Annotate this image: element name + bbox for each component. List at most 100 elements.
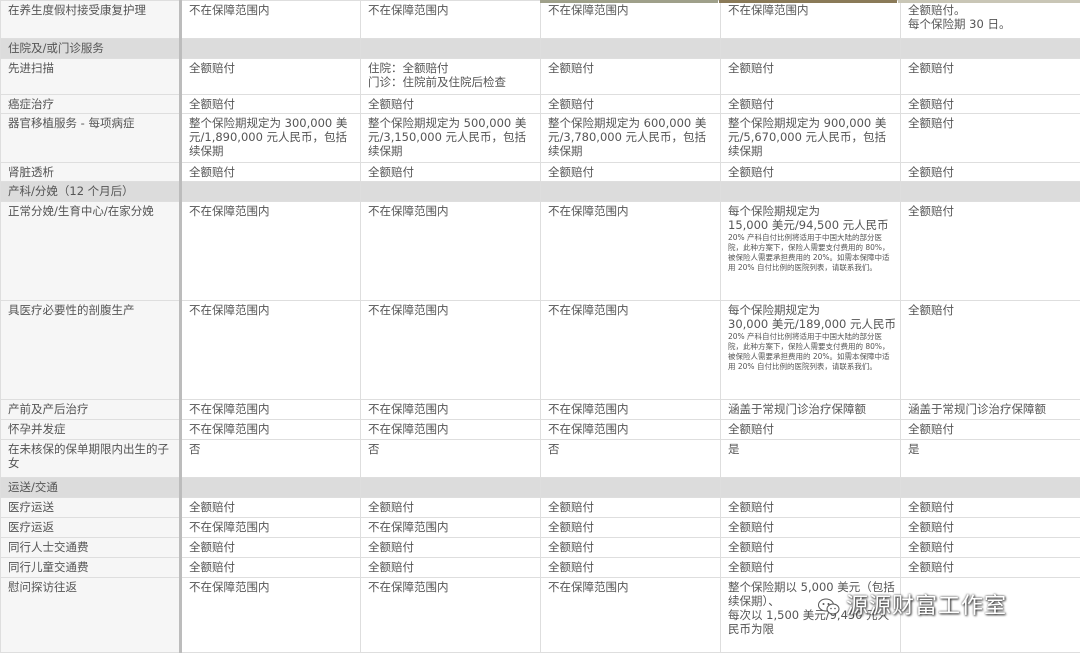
cell-footnote: 20% 产科自付比例将适用于中国大陆的部分医院，此种方案下，保险人需要支付费用的… [728,233,896,273]
table-cell: 全额赔付 [541,163,721,182]
row-label: 在未核保的保单期限内出生的子女 [1,440,181,478]
cell-text: 全额赔付 [548,500,716,514]
table-cell: 不在保障范围内 [181,578,361,653]
cell-text: 全额赔付 [908,97,1076,111]
table-cell: 全额赔付 [721,558,901,578]
table-cell: 全额赔付 [901,59,1080,95]
table-cell: 整个保险期规定为 600,000 美元/3,780,000 元人民币，包括续保期 [541,114,721,163]
row-label: 产前及产后治疗 [1,400,181,420]
table-cell: 不在保障范围内 [541,202,721,301]
row-label: 同行人士交通费 [1,538,181,558]
section-title: 住院及/或门诊服务 [1,39,181,59]
table-row: 具医疗必要性的剖腹生产不在保障范围内不在保障范围内不在保障范围内每个保险期规定为… [1,301,1080,400]
cell-text: 住院：全额赔付 [368,61,536,75]
watermark: 源源财富工作室 [818,588,1007,620]
section-cell [721,182,901,202]
cell-text: 全额赔付 [368,560,536,574]
cell-text: 全额赔付 [728,165,896,179]
table-cell: 全额赔付 [721,538,901,558]
table-cell: 全额赔付 [181,558,361,578]
cell-text: 不在保障范围内 [728,3,896,17]
row-label: 癌症治疗 [1,95,181,114]
cell-text: 否 [189,442,356,456]
table-cell: 全额赔付 [541,95,721,114]
cell-text: 涵盖于常规门诊治疗保障额 [908,402,1076,416]
table-cell: 不在保障范围内 [541,301,721,400]
section-cell [541,39,721,59]
table-cell: 全额赔付 [361,498,541,518]
table-cell: 不在保障范围内 [361,400,541,420]
wechat-icon [818,598,840,616]
table-cell: 不在保障范围内 [541,400,721,420]
cell-text: 全额赔付 [189,97,356,111]
cell-text: 全额赔付 [728,540,896,554]
cell-text: 不在保障范围内 [189,422,356,436]
section-cell [541,182,721,202]
section-cell [901,39,1080,59]
table-cell: 不在保障范围内 [541,578,721,653]
table-cell: 全额赔付 [181,59,361,95]
section-cell [361,478,541,498]
table-cell: 否 [541,440,721,478]
cell-text: 全额赔付 [908,560,1076,574]
cell-text: 30,000 美元/189,000 元人民币 [728,317,896,331]
table-row: 医疗运返不在保障范围内不在保障范围内全额赔付全额赔付全额赔付 [1,518,1080,538]
cell-text: 全额赔付 [908,61,1076,75]
cell-text: 全额赔付 [548,560,716,574]
section-cell [901,478,1080,498]
table-cell: 是 [901,440,1080,478]
table-row: 同行人士交通费全额赔付全额赔付全额赔付全额赔付全额赔付 [1,538,1080,558]
table-cell: 全额赔付 [721,163,901,182]
cell-text: 全额赔付 [908,500,1076,514]
cell-text: 全额赔付 [908,540,1076,554]
cell-text: 不在保障范围内 [548,204,716,218]
cell-text: 是 [908,442,1076,456]
cell-text: 全额赔付 [368,97,536,111]
cell-text: 不在保障范围内 [189,204,356,218]
cell-text: 全额赔付 [728,560,896,574]
cell-text: 全额赔付 [189,540,356,554]
table-cell: 全额赔付 [901,420,1080,440]
cell-text: 全额赔付 [189,165,356,179]
section-cell [361,39,541,59]
row-label: 具医疗必要性的剖腹生产 [1,301,181,400]
benefit-table-page: 在养生度假村接受康复护理不在保障范围内不在保障范围内不在保障范围内不在保障范围内… [0,0,1080,652]
cell-text: 全额赔付 [548,540,716,554]
cell-text: 全额赔付 [548,97,716,111]
cell-text: 不在保障范围内 [368,303,536,317]
table-cell: 全额赔付 [721,518,901,538]
section-cell [901,182,1080,202]
cell-text: 全额赔付 [548,165,716,179]
section-cell [721,39,901,59]
cell-text: 不在保障范围内 [548,402,716,416]
table-cell: 全额赔付 [361,538,541,558]
table-cell: 全额赔付 [541,558,721,578]
table-cell: 每个保险期规定为15,000 美元/94,500 元人民币20% 产科自付比例将… [721,202,901,301]
table-cell: 全额赔付 [721,95,901,114]
table-cell: 是 [721,440,901,478]
table-cell: 不在保障范围内 [181,420,361,440]
table-cell: 全额赔付 [361,95,541,114]
table-cell: 全额赔付 [901,163,1080,182]
table-cell: 不在保障范围内 [361,202,541,301]
table-cell: 全额赔付 [901,538,1080,558]
table-cell: 全额赔付 [181,95,361,114]
table-cell: 不在保障范围内 [361,420,541,440]
table-row: 癌症治疗全额赔付全额赔付全额赔付全额赔付全额赔付 [1,95,1080,114]
table-row: 在未核保的保单期限内出生的子女否否否是是 [1,440,1080,478]
cell-text: 每个保险期 30 日。 [908,17,1076,31]
table-cell: 全额赔付 [901,114,1080,163]
cell-text: 全额赔付 [908,204,1076,218]
table-cell: 不在保障范围内 [181,400,361,420]
table-cell: 全额赔付 [901,301,1080,400]
table-cell: 不在保障范围内 [181,202,361,301]
table-cell: 涵盖于常规门诊治疗保障额 [901,400,1080,420]
table-cell: 不在保障范围内 [541,420,721,440]
cell-text: 不在保障范围内 [368,3,536,17]
row-label: 肾脏透析 [1,163,181,182]
row-label: 医疗运返 [1,518,181,538]
cell-footnote: 20% 产科自付比例将适用于中国大陆的部分医院，此种方案下，保险人需要支付费用的… [728,332,896,372]
cell-text: 全额赔付 [728,61,896,75]
table-cell: 全额赔付 [901,498,1080,518]
table-cell: 全额赔付 [541,59,721,95]
